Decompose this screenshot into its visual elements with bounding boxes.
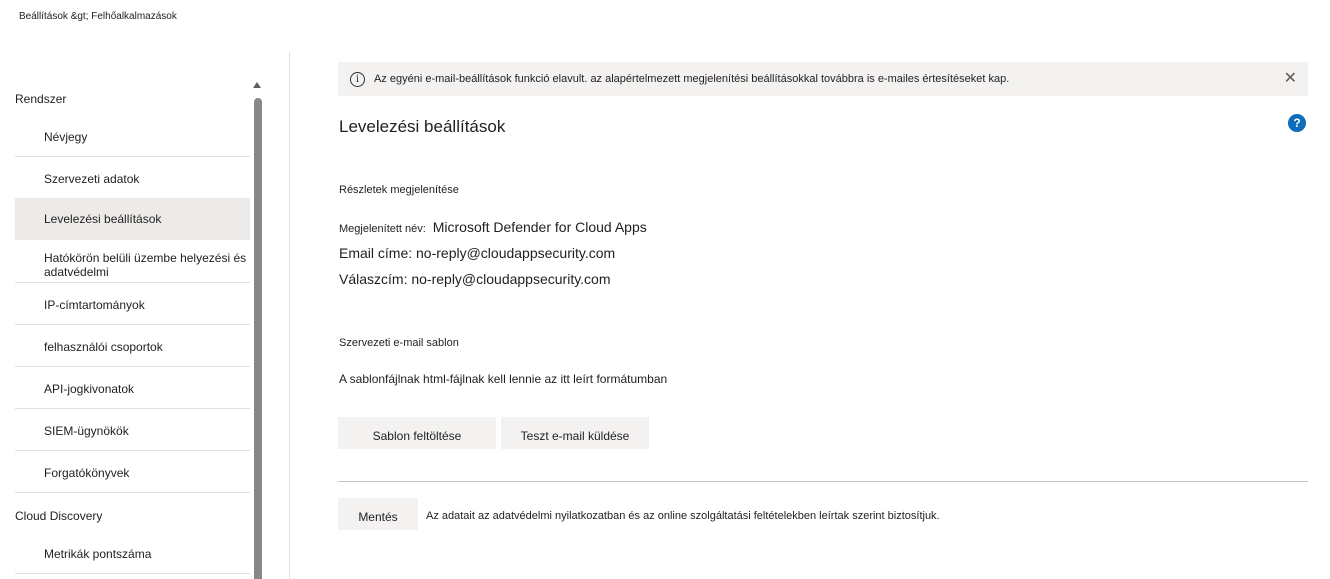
sidebar-item-label: Hatókörön belüli üzembe helyezési és ada… (44, 251, 247, 279)
send-test-email-button[interactable]: Teszt e-mail küldése (501, 417, 649, 449)
sidebar-item-label: Névjegy (44, 130, 88, 144)
sidebar-item-nevjegy[interactable]: Névjegy (15, 118, 250, 157)
reply-address-row: Válaszcím: no-reply@cloudappsecurity.com (339, 271, 611, 287)
sidebar-item-metrikak-pontszama[interactable]: Metrikák pontszáma (15, 535, 250, 574)
details-heading: Részletek megjelenítése (339, 184, 459, 196)
sidebar-item-label: Szervezeti adatok (44, 172, 140, 186)
sidebar-item-szervezeti-adatok[interactable]: Szervezeti adatok (15, 160, 250, 199)
sidebar-item-label: felhasználói csoportok (44, 340, 163, 354)
close-icon[interactable]: ✕ (1284, 71, 1297, 87)
email-address-row: Email címe: no-reply@cloudappsecurity.co… (339, 245, 616, 261)
sidebar-group-system: Rendszer (15, 92, 67, 106)
display-name-value: Microsoft Defender for Cloud Apps (432, 219, 647, 235)
sidebar-item-api-jogkivonatok[interactable]: API-jogkivonatok (15, 370, 250, 409)
info-icon: i (350, 71, 365, 87)
sidebar-item-label: SIEM-ügynökök (44, 424, 129, 438)
template-note: A sablonfájlnak html-fájlnak kell lennie… (339, 372, 668, 386)
template-heading: Szervezeti e-mail sablon (339, 337, 459, 349)
sidebar-item-felhasznaloi-csoportok[interactable]: felhasználói csoportok (15, 328, 250, 367)
display-name-row: Megjelenített név: Microsoft Defender fo… (339, 219, 647, 235)
upload-template-button[interactable]: Sablon feltöltése (338, 417, 496, 449)
page-title: Levelezési beállítások (339, 117, 506, 136)
sidebar-item-label: Metrikák pontszáma (44, 547, 152, 561)
sidebar-item-levelezesi-beallitasok[interactable]: Levelezési beállítások (15, 198, 250, 240)
sidebar-item-siem-ugynokok[interactable]: SIEM-ügynökök (15, 412, 250, 451)
display-name-label: Megjelenített név: (339, 223, 426, 235)
privacy-note: Az adatait az adatvédelmi nyilatkozatban… (426, 510, 940, 522)
sidebar-item-label: Levelezési beállítások (44, 211, 162, 226)
sidebar-item-label: IP-címtartományok (44, 298, 145, 312)
sidebar-scrollbar-thumb[interactable] (254, 98, 262, 579)
save-button[interactable]: Mentés (338, 498, 418, 530)
sidebar-item-label: API-jogkivonatok (44, 382, 135, 396)
help-icon[interactable]: ? (1288, 114, 1306, 132)
sidebar-item-label: Forgatókönyvek (44, 466, 130, 480)
sidebar-item-hatokor[interactable]: Hatókörön belüli üzembe helyezési és ada… (15, 250, 250, 283)
banner-message: Az egyéni e-mail-beállítások funkció ela… (374, 73, 1010, 85)
sidebar-group-cloud-discovery: Cloud Discovery (15, 509, 103, 523)
scroll-up-arrow-icon[interactable] (253, 82, 261, 88)
sidebar-item-forgatokonyvek[interactable]: Forgatókönyvek (15, 454, 250, 493)
horizontal-divider (338, 481, 1308, 482)
vertical-divider (289, 52, 290, 579)
breadcrumb: Beállítások &gt; Felhőalkalmazások (19, 11, 177, 22)
deprecation-banner: i Az egyéni e-mail-beállítások funkció e… (338, 62, 1308, 96)
sidebar-item-ip-cimtartomanyok[interactable]: IP-címtartományok (15, 286, 250, 325)
